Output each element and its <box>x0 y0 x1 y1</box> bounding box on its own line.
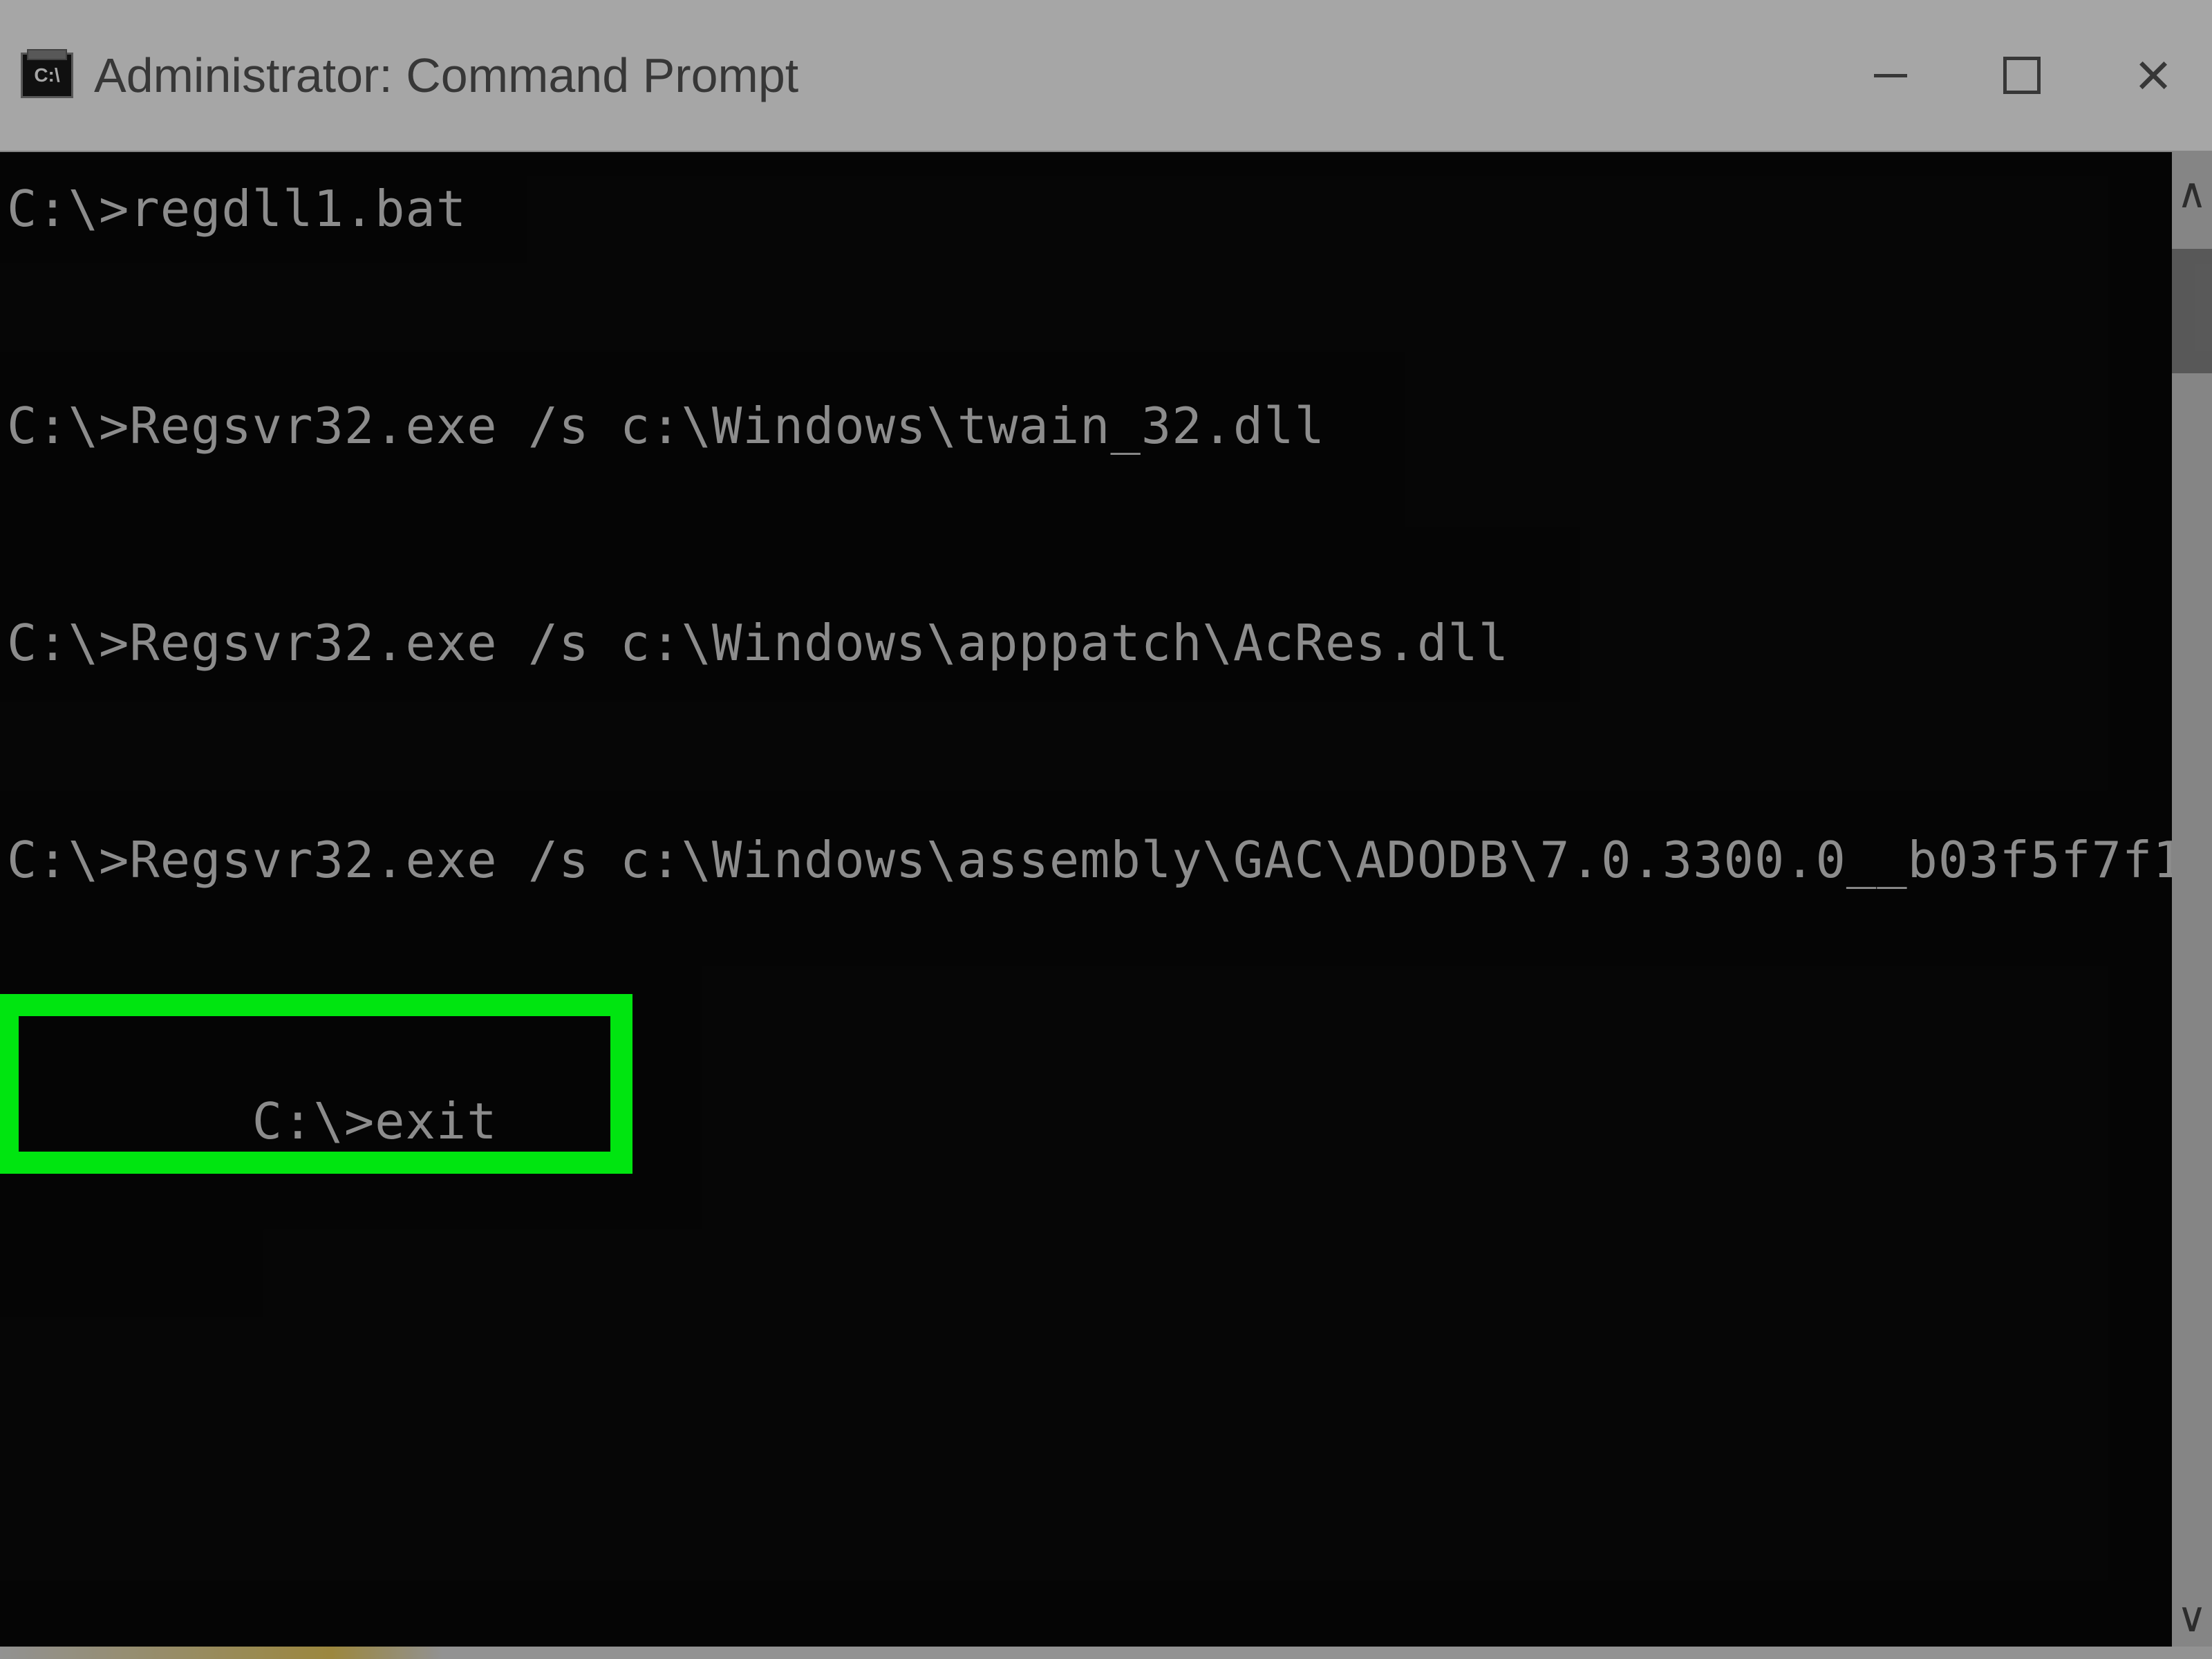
content-area: C:\>regdll1.bat C:\>Regsvr32.exe /s c:\W… <box>0 152 2212 1659</box>
terminal-output[interactable]: C:\>regdll1.bat C:\>Regsvr32.exe /s c:\W… <box>0 152 2172 1659</box>
window-controls: × <box>1859 0 2184 151</box>
scroll-up-arrow-icon[interactable]: ∧ <box>2172 173 2212 214</box>
vertical-scrollbar[interactable]: ∧ ∨ <box>2172 152 2212 1659</box>
window-title: Administrator: Command Prompt <box>94 48 798 103</box>
terminal-line: C:\>Regsvr32.exe /s c:\Windows\apppatch\… <box>0 614 2172 672</box>
maximize-button[interactable] <box>1991 44 2053 106</box>
scroll-down-arrow-icon[interactable]: ∨ <box>2172 1597 2212 1638</box>
minimize-button[interactable] <box>1859 44 1922 106</box>
titlebar[interactable]: Administrator: Command Prompt × <box>0 0 2212 152</box>
terminal-line: C:\>regdll1.bat <box>0 180 2172 238</box>
terminal-line-text: C:\>exit <box>252 1092 498 1150</box>
scroll-thumb[interactable] <box>2172 249 2212 373</box>
taskbar-sliver <box>0 1647 2212 1659</box>
cmd-icon <box>21 53 73 98</box>
close-button[interactable]: × <box>2122 44 2184 106</box>
terminal-line: C:\>Regsvr32.exe /s c:\Windows\twain_32.… <box>0 397 2172 455</box>
terminal-line-highlighted: C:\>exit <box>0 1034 498 1266</box>
cmd-window: Administrator: Command Prompt × C:\>regd… <box>0 0 2212 1659</box>
terminal-line: C:\>Regsvr32.exe /s c:\Windows\assembly\… <box>0 831 2172 889</box>
